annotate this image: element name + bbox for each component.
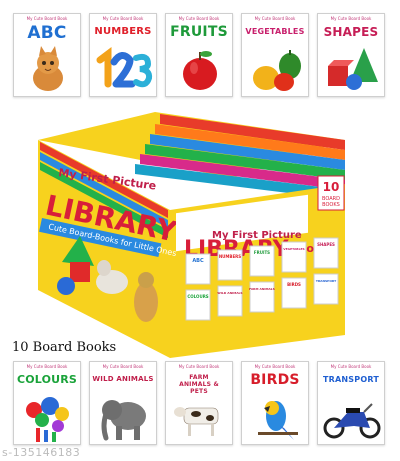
- book-title: COLOURS: [16, 373, 78, 386]
- svg-text:SHAPES: SHAPES: [317, 242, 335, 247]
- svg-text:NUMBERS: NUMBERS: [219, 254, 241, 259]
- series-label: My Cute Board Book: [254, 364, 296, 369]
- svg-text:COLOURS: COLOURS: [187, 294, 208, 299]
- svg-text:VEGETABLES: VEGETABLES: [283, 247, 304, 251]
- svg-text:WILD ANIMALS: WILD ANIMALS: [217, 291, 242, 295]
- book-card-farm-animals: My Cute Board Book FARM ANIMALS & PETS: [165, 361, 233, 445]
- motorbike-illustration: [323, 403, 381, 439]
- series-label: My Cute Board Book: [178, 364, 220, 369]
- book-card-transport: My Cute Board Book TRANSPORT: [317, 361, 385, 445]
- series-label: My Cute Board Book: [102, 364, 144, 369]
- watermark: s-135146183: [2, 446, 81, 459]
- series-label: My Cute Board Book: [330, 364, 372, 369]
- book-card-colours: My Cute Board Book COLOURS: [13, 361, 81, 445]
- caption-ten-board-books: 10 Board Books: [12, 340, 117, 355]
- book-card-birds: My Cute Board Book BIRDS: [241, 361, 309, 445]
- cow-illustration: [174, 407, 219, 436]
- book-card-wild-animals: My Cute Board Book WILD ANIMALS: [89, 361, 157, 445]
- svg-text:ABC: ABC: [192, 258, 204, 264]
- svg-text:FRUITS: FRUITS: [254, 250, 270, 255]
- svg-text:TRANSPORT: TRANSPORT: [316, 279, 337, 283]
- badge-line2: BOOKS: [322, 202, 340, 208]
- parrot-illustration: [258, 401, 298, 440]
- elephant-illustration: [101, 400, 146, 441]
- book-title: TRANSPORT: [323, 375, 379, 384]
- svg-text:FARM ANIMALS: FARM ANIMALS: [249, 287, 275, 291]
- series-label: My Cute Board Book: [26, 364, 68, 369]
- badge-count: 10: [323, 180, 340, 194]
- svg-text:BIRDS: BIRDS: [287, 282, 301, 287]
- book-title: WILD ANIMALS: [92, 375, 154, 383]
- paint-splash-illustration: [26, 397, 69, 442]
